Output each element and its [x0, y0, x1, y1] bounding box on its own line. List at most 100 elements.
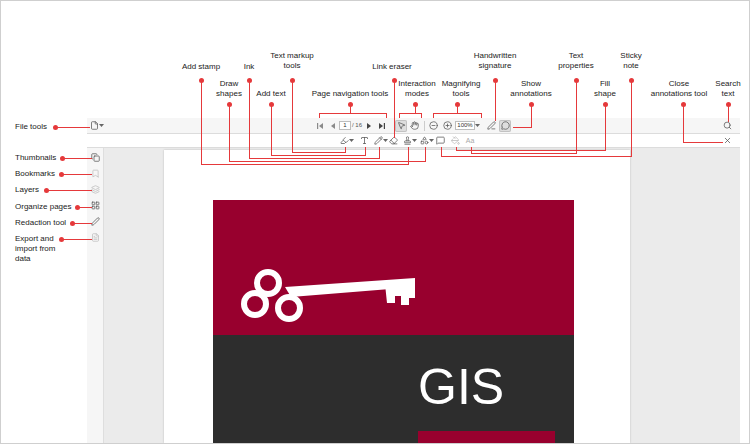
file-tools-button[interactable]: [89, 120, 99, 132]
organize-pages-button[interactable]: [88, 197, 102, 213]
dropdown-caret[interactable]: [99, 124, 104, 127]
next-page-icon[interactable]: [365, 122, 373, 130]
pdf-viewer: 1/ 16100%AaGIS: [87, 118, 740, 443]
leader-line: [399, 113, 400, 118]
leader-line: [425, 147, 426, 162]
callout-label: Page navigation tools: [312, 89, 389, 99]
leader-line: [61, 174, 92, 175]
close-annotations-button[interactable]: [722, 135, 732, 147]
leader-line: [345, 147, 346, 153]
ink-button[interactable]: [373, 135, 383, 147]
highlighter-icon[interactable]: [340, 136, 349, 145]
organize-pages-icon[interactable]: [91, 201, 100, 210]
leader-line: [365, 147, 366, 156]
callout-label: File tools: [15, 122, 47, 132]
sticky-note-icon[interactable]: [436, 136, 445, 145]
next-page-button[interactable]: [364, 120, 374, 132]
search-icon[interactable]: [723, 121, 732, 130]
leader-line: [471, 153, 577, 154]
signature-icon[interactable]: [487, 121, 496, 130]
text-properties-button[interactable]: Aa: [464, 135, 476, 147]
cover-band: [418, 431, 555, 443]
paint-bucket-icon[interactable]: [451, 136, 460, 145]
show-annotations-button[interactable]: [499, 120, 511, 132]
caret-icon[interactable]: [429, 139, 434, 142]
annotated-screenshot: 1/ 16100%AaGISAdd stampDraw shapesInkAdd…: [0, 0, 750, 444]
redaction-tool-button[interactable]: [88, 213, 102, 229]
shapes-icon[interactable]: [420, 136, 429, 145]
dropdown-caret[interactable]: [412, 139, 417, 142]
first-page-button[interactable]: [315, 120, 325, 132]
dropdown-caret[interactable]: [429, 139, 434, 142]
dropdown-caret[interactable]: [383, 139, 388, 142]
callout-dot: [60, 156, 65, 161]
zoom-field[interactable]: 100%: [455, 121, 475, 130]
dropdown-caret[interactable]: [349, 139, 354, 142]
leader-line: [531, 104, 532, 128]
hand-icon[interactable]: [410, 121, 419, 130]
fill-shape-button[interactable]: [450, 135, 460, 147]
zoom-in-button[interactable]: [442, 120, 452, 132]
pointer-icon[interactable]: [397, 121, 406, 130]
close-icon[interactable]: [723, 136, 732, 145]
thumbnails-icon[interactable]: [91, 153, 100, 162]
leader-line: [456, 147, 457, 151]
leader-line: [728, 104, 729, 122]
annotations-icon[interactable]: [501, 121, 510, 130]
callout-dot: [75, 205, 80, 210]
callout-label: Layers: [15, 185, 39, 195]
stamp-icon[interactable]: [403, 136, 412, 145]
previous-page-button[interactable]: [328, 120, 338, 132]
handwritten-signature-button[interactable]: [486, 120, 496, 132]
zoom-in-icon[interactable]: [443, 121, 452, 130]
add-stamp-button[interactable]: [402, 135, 412, 147]
draw-shapes-button[interactable]: [419, 135, 429, 147]
callout-label: Show annotations: [510, 79, 551, 99]
dropdown-caret[interactable]: [475, 124, 480, 127]
viewer-body: GIS: [87, 148, 740, 443]
export-import-icon[interactable]: [91, 233, 100, 242]
leader-line: [249, 158, 380, 159]
caret-icon[interactable]: [349, 139, 354, 142]
text-markup-button[interactable]: [339, 135, 349, 147]
zoom-out-icon[interactable]: [429, 121, 438, 130]
pan-mode-button[interactable]: [408, 120, 420, 132]
last-page-button[interactable]: [377, 120, 387, 132]
layers-icon[interactable]: [91, 185, 100, 194]
leader-line: [249, 80, 250, 159]
callout-label: Add stamp: [182, 62, 220, 72]
last-page-icon[interactable]: [378, 122, 386, 130]
callout-label: Link eraser: [372, 62, 412, 72]
text-properties-label: Aa: [466, 137, 475, 145]
sticky-note-button[interactable]: [435, 135, 445, 147]
caret-icon[interactable]: [412, 139, 417, 142]
leader-line: [55, 127, 90, 128]
caret-icon[interactable]: [99, 124, 104, 127]
callout-dot: [629, 78, 634, 83]
callout-dot: [726, 102, 731, 107]
leader-line: [456, 150, 606, 151]
callout-label: Search text: [715, 79, 740, 99]
previous-page-icon[interactable]: [329, 122, 337, 130]
callout-dot: [348, 102, 353, 107]
pencil-icon[interactable]: [374, 136, 383, 145]
text-icon[interactable]: [360, 136, 369, 145]
leader-line: [271, 104, 272, 156]
leader-line: [481, 113, 482, 118]
annotation-toolbar: Aa: [87, 134, 740, 148]
add-text-button[interactable]: [359, 135, 369, 147]
bookmarks-icon[interactable]: [91, 169, 100, 178]
cover-bottom: GIS: [213, 335, 574, 443]
zoom-out-button[interactable]: [428, 120, 438, 132]
page-input[interactable]: 1: [339, 121, 351, 130]
file-icon[interactable]: [90, 121, 99, 130]
leader-line: [62, 158, 92, 159]
caret-icon[interactable]: [383, 139, 388, 142]
caret-icon[interactable]: [475, 124, 480, 127]
export-import-button[interactable]: [88, 229, 102, 245]
leader-line: [399, 113, 422, 114]
callout-label: Interaction modes: [398, 79, 435, 99]
redaction-tool-icon[interactable]: [91, 217, 100, 226]
first-page-icon[interactable]: [316, 122, 324, 130]
select-mode-button[interactable]: [395, 120, 407, 132]
